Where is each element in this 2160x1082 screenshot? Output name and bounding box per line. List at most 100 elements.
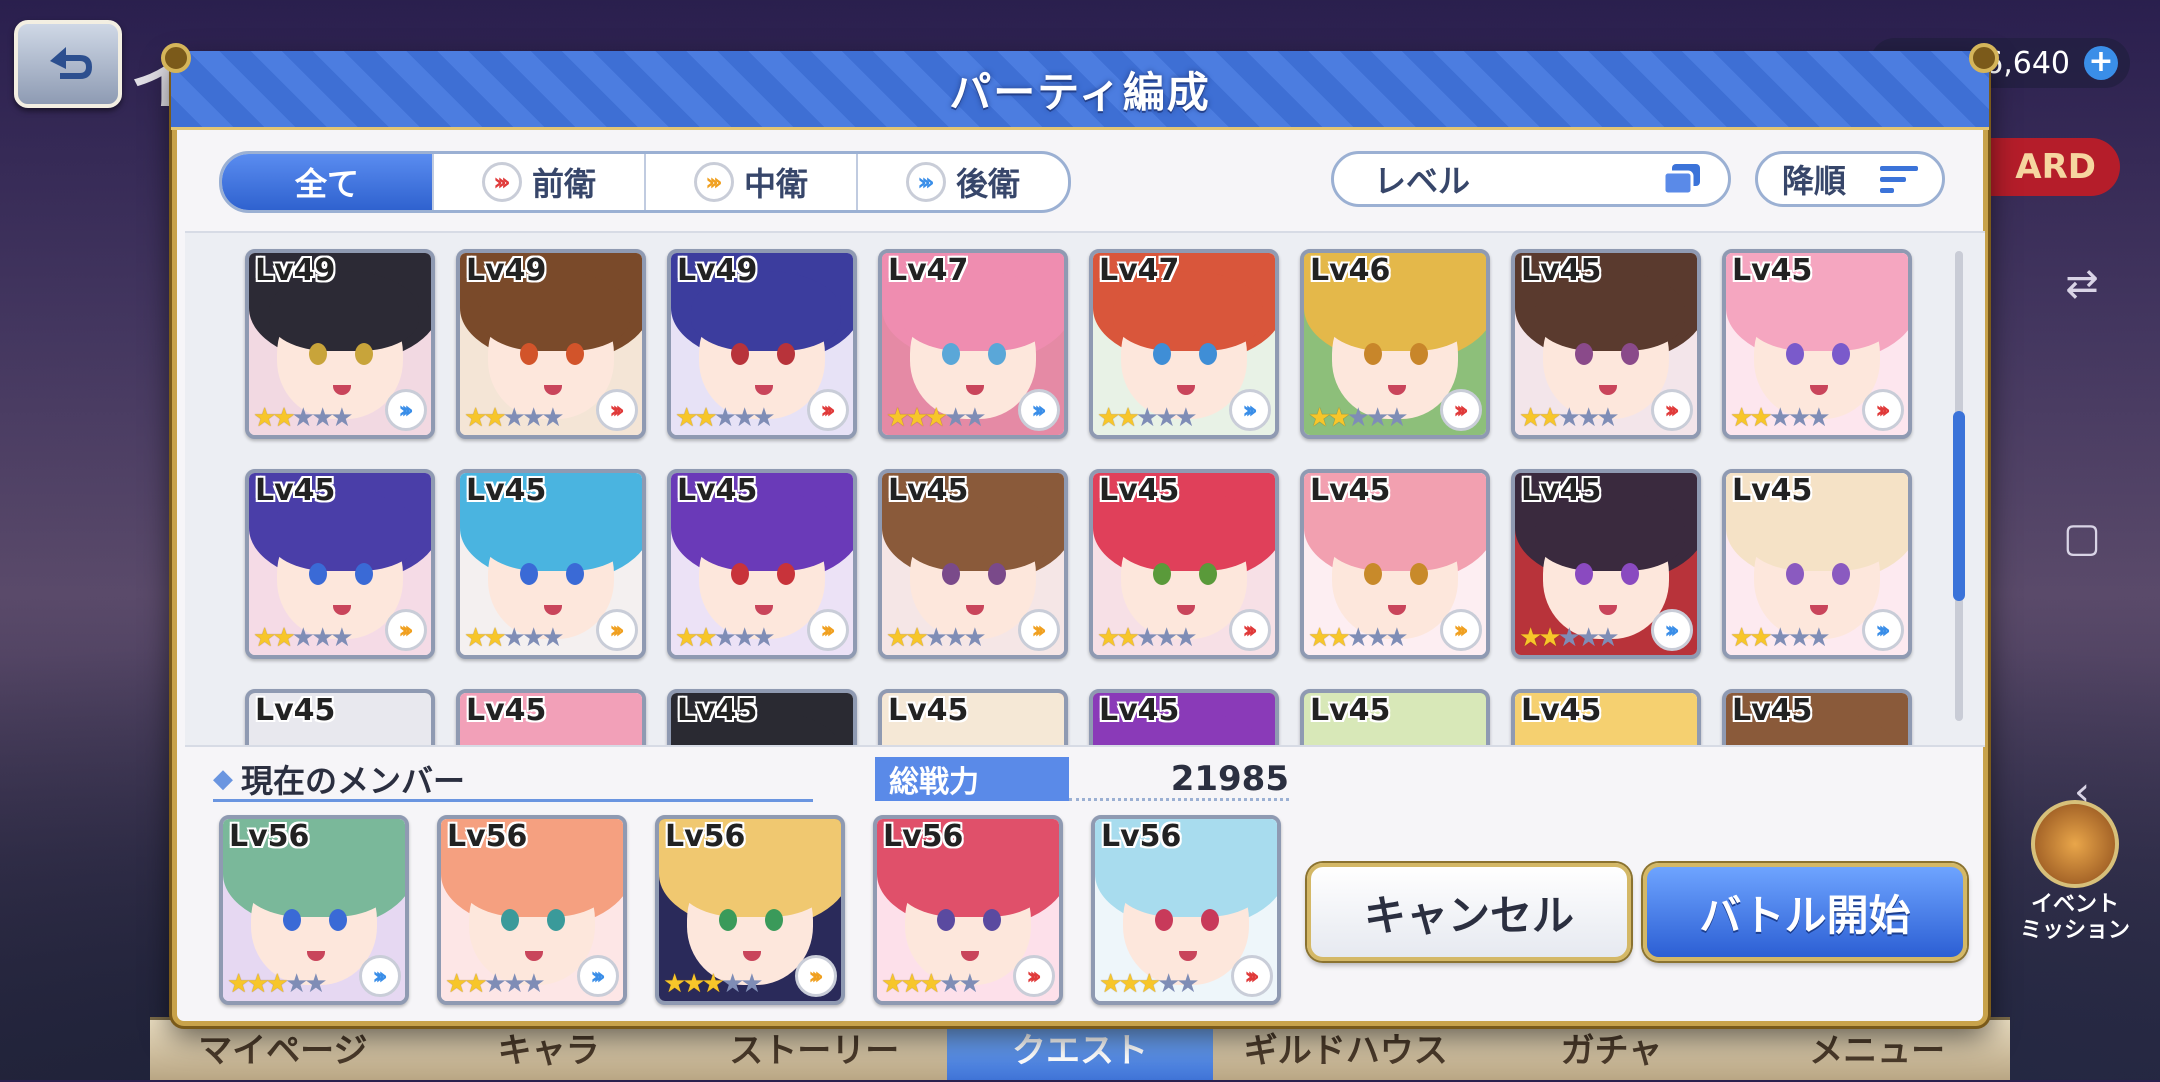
character-card[interactable]: Lv45★★★★★›››	[245, 469, 435, 659]
role-orange-icon: ›››	[807, 609, 849, 651]
start-battle-button[interactable]: バトル開始	[1643, 863, 1967, 961]
character-eye	[1786, 563, 1804, 585]
role-blue-icon: ›››	[1862, 609, 1904, 651]
star-rating: ★★★★★	[675, 625, 776, 651]
character-card[interactable]: Lv45★★★★★›››	[667, 469, 857, 659]
character-card[interactable]: Lv45★★★★★›››	[878, 689, 1068, 745]
character-eye	[1621, 563, 1639, 585]
swap-icon[interactable]: ⇄	[2060, 262, 2104, 306]
nav-item[interactable]: キャラ	[416, 1020, 682, 1080]
star-icon: ★	[541, 403, 564, 433]
character-card[interactable]: Lv45★★★★★›››	[1722, 689, 1912, 745]
character-eye	[329, 909, 347, 931]
level-label: Lv45	[255, 693, 336, 728]
nav-item[interactable]: ストーリー	[681, 1020, 947, 1080]
level-label: Lv45	[255, 473, 336, 508]
event-mission-icon	[2031, 800, 2119, 888]
character-card[interactable]: Lv45★★★★★›››	[1300, 469, 1490, 659]
character-card[interactable]: Lv45★★★★★›››	[1722, 249, 1912, 439]
character-eye	[1155, 909, 1173, 931]
character-eye	[731, 563, 749, 585]
star-rating: ★★★★★	[445, 969, 546, 999]
star-icon: ★	[1385, 623, 1408, 653]
add-gems-button[interactable]: +	[2084, 46, 2118, 80]
character-card[interactable]: Lv56 ★★★★★ ›››	[873, 815, 1063, 1005]
character-card[interactable]: Lv47 ★★★★★ ›››	[878, 249, 1068, 439]
star-icon: ★	[1749, 623, 1772, 653]
level-label: Lv56	[665, 819, 746, 854]
nav-item[interactable]: ギルドハウス	[1213, 1020, 1479, 1080]
character-card[interactable]: Lv49 ★★★★★ ›››	[245, 249, 435, 439]
character-card[interactable]: Lv56 ★★★★★ ›››	[437, 815, 627, 1005]
star-icon: ★	[886, 403, 909, 433]
character-card[interactable]: Lv49 ★★★★★ ›››	[667, 249, 857, 439]
bottom-nav: マイページ キャラ ストーリー クエスト ギルドハウス ガチャ メニュー	[150, 1017, 2010, 1080]
character-card[interactable]: Lv46 ★★★★★ ›››	[1300, 249, 1490, 439]
character-card[interactable]: Lv45★★★★★›››	[456, 469, 646, 659]
star-icon: ★	[1154, 403, 1178, 433]
tab-back[interactable]: ››› 後衛	[858, 154, 1068, 210]
star-icon: ★	[502, 403, 526, 433]
role-red-icon: ›››	[807, 389, 849, 431]
nav-item[interactable]: メニュー	[1744, 1020, 2010, 1080]
star-icon: ★	[464, 403, 487, 433]
character-card[interactable]: Lv45★★★★★›››	[1089, 469, 1279, 659]
character-card[interactable]: Lv45★★★★★›››	[1511, 249, 1701, 439]
character-card[interactable]: Lv45★★★★★›››	[878, 469, 1068, 659]
character-card[interactable]: Lv56 ★★★★★ ›››	[219, 815, 409, 1005]
star-rating: ★★★★★	[1097, 625, 1198, 651]
role-red-icon: ›››	[1229, 609, 1271, 651]
star-rating: ★★★★★	[663, 969, 764, 999]
character-card[interactable]: Lv49 ★★★★★ ›››	[456, 249, 646, 439]
character-card[interactable]: Lv47 ★★★★★ ›››	[1089, 249, 1279, 439]
sort-order-toggle[interactable]: 降順	[1755, 151, 1945, 207]
position-filter-tabs: 全て ››› 前衛 ››› 中衛 ››› 後衛	[219, 151, 1071, 213]
star-icon: ★	[900, 969, 923, 999]
star-icon: ★	[732, 403, 756, 433]
star-icon: ★	[1557, 623, 1581, 653]
character-roster[interactable]: Lv49 ★★★★★ ››› Lv49 ★★★★★ ››› Lv49 ★★★★★ ››› Lv47…	[185, 231, 1985, 747]
star-icon: ★	[720, 969, 744, 999]
cancel-button[interactable]: キャンセル	[1307, 863, 1631, 961]
nav-item[interactable]: マイページ	[150, 1020, 416, 1080]
star-icon: ★	[1099, 969, 1122, 999]
sort-field-dropdown[interactable]: レベル	[1331, 151, 1731, 207]
nav-item[interactable]: クエスト	[947, 1020, 1213, 1080]
level-label: Lv45	[1310, 473, 1391, 508]
star-icon: ★	[522, 969, 545, 999]
star-icon: ★	[445, 969, 468, 999]
character-card[interactable]: Lv45★★★★★›››	[245, 689, 435, 745]
character-eye	[777, 563, 795, 585]
star-icon: ★	[752, 403, 775, 433]
tab-label: 中衛	[743, 165, 808, 203]
star-icon: ★	[330, 403, 353, 433]
character-card[interactable]: Lv56 ★★★★★ ›››	[655, 815, 845, 1005]
character-card[interactable]: Lv45★★★★★›››	[1300, 689, 1490, 745]
back-button[interactable]	[14, 20, 122, 108]
level-label: Lv45	[888, 473, 969, 508]
character-card[interactable]: Lv45★★★★★›››	[456, 689, 646, 745]
role-orange-icon: ›››	[1018, 609, 1060, 651]
event-mission-button[interactable]: イベント ミッション	[2010, 800, 2140, 950]
star-icon: ★	[1768, 403, 1792, 433]
star-icon: ★	[521, 623, 545, 653]
tab-all[interactable]: 全て	[222, 154, 434, 210]
star-icon: ★	[1156, 969, 1180, 999]
character-card[interactable]: Lv56 ★★★★★ ›››	[1091, 815, 1281, 1005]
level-label: Lv49	[677, 253, 758, 288]
character-card[interactable]: Lv45★★★★★›››	[1511, 689, 1701, 745]
square-icon[interactable]: ▢	[2060, 516, 2104, 560]
character-card[interactable]: Lv45★★★★★›››	[1089, 689, 1279, 745]
dialog-title: パーティ編成	[949, 67, 1211, 117]
roster-scrollbar[interactable]	[1953, 251, 1965, 721]
character-card[interactable]: Lv45★★★★★›››	[1511, 469, 1701, 659]
tab-middle[interactable]: ››› 中衛	[646, 154, 858, 210]
role-blue-icon: ›››	[1018, 389, 1060, 431]
tab-front[interactable]: ››› 前衛	[434, 154, 646, 210]
character-card[interactable]: Lv45★★★★★›››	[1722, 469, 1912, 659]
scrollbar-thumb[interactable]	[1953, 411, 1965, 601]
nav-item[interactable]: ガチャ	[1479, 1020, 1745, 1080]
star-icon: ★	[1308, 623, 1331, 653]
character-card[interactable]: Lv45★★★★★›››	[667, 689, 857, 745]
character-eye	[1621, 343, 1639, 365]
